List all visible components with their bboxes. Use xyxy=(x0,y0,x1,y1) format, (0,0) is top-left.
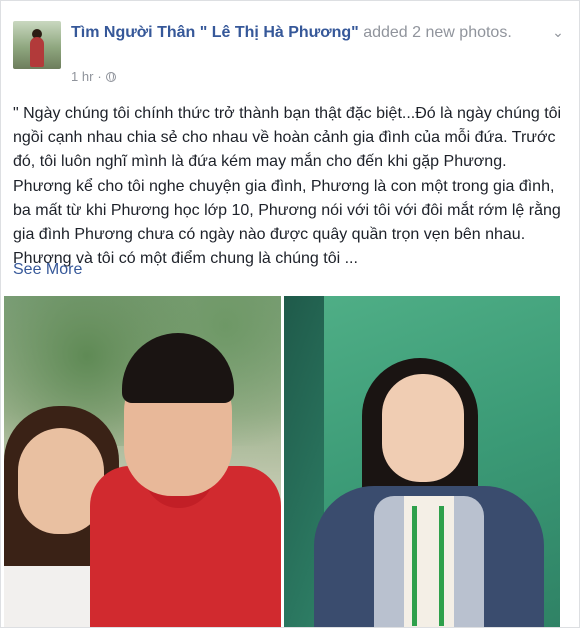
timestamp[interactable]: 1 hr xyxy=(71,69,93,84)
post-headline: Tìm Người Thân " Lê Thị Hà Phương" added… xyxy=(71,21,541,44)
post-meta: 1 hr · xyxy=(71,69,116,84)
meta-separator: · xyxy=(97,69,102,84)
post-header: Tìm Người Thân " Lê Thị Hà Phương" added… xyxy=(13,17,567,87)
globe-icon[interactable] xyxy=(105,71,116,82)
action-text: added 2 new photos. xyxy=(358,24,512,41)
page-name-link[interactable]: Tìm Người Thân " Lê Thị Hà Phương" xyxy=(71,24,359,41)
post-photo-2[interactable] xyxy=(284,296,560,627)
facebook-post: Tìm Người Thân " Lê Thị Hà Phương" added… xyxy=(0,0,580,628)
post-body: " Ngày chúng tôi chính thức trở thành bạ… xyxy=(13,105,562,268)
post-photo-1[interactable] xyxy=(4,296,281,627)
see-more-link[interactable]: See More xyxy=(13,261,82,279)
page-avatar[interactable] xyxy=(13,21,61,69)
chevron-down-icon[interactable]: ⌄ xyxy=(549,23,567,41)
